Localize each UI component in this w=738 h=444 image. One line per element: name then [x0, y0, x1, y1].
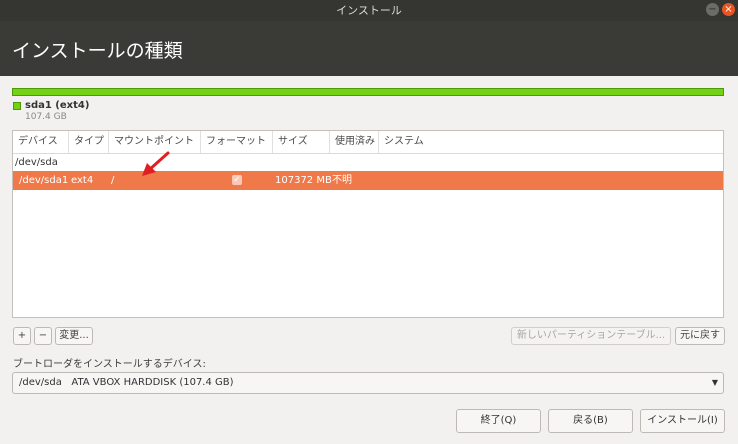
new-partition-table-button[interactable]: 新しいパーティションテーブル... — [511, 327, 671, 345]
change-partition-button[interactable]: 変更... — [55, 327, 93, 345]
close-icon[interactable]: × — [722, 3, 735, 16]
column-system[interactable]: システム — [379, 131, 723, 153]
column-size[interactable]: サイズ — [273, 131, 330, 153]
partition-size: 107372 MB — [275, 175, 332, 186]
add-partition-button[interactable]: + — [13, 327, 31, 345]
bootloader-label: ブートローダをインストールするデバイス: — [13, 359, 206, 370]
disk-device: /dev/sda — [15, 157, 58, 168]
annotation-arrow-icon — [142, 151, 170, 176]
page-header: インストールの種類 — [0, 21, 738, 76]
back-button[interactable]: 戻る(B) — [548, 409, 633, 433]
bootloader-device-select[interactable]: /dev/sda ATA VBOX HARDDISK (107.4 GB) ▼ — [12, 372, 724, 394]
bootloader-selected-value: /dev/sda ATA VBOX HARDDISK (107.4 GB) — [19, 377, 234, 388]
partition-type: ext4 — [71, 175, 94, 186]
window-titlebar: インストール − × — [0, 0, 738, 21]
legend-partition-name: sda1 (ext4) — [25, 100, 90, 111]
quit-button[interactable]: 終了(Q) — [456, 409, 541, 433]
legend-swatch — [13, 102, 21, 110]
partition-used: 不明 — [332, 175, 352, 186]
minimize-icon[interactable]: − — [706, 3, 719, 16]
partition-table: デバイス タイプ マウントポイント フォーマット サイズ 使用済み システム /… — [12, 130, 724, 318]
partition-bar — [12, 88, 724, 96]
table-row-disk[interactable]: /dev/sda — [13, 153, 723, 172]
page-title: インストールの種類 — [12, 40, 183, 62]
partition-device: /dev/sda1 — [19, 175, 69, 186]
table-row-partition[interactable]: /dev/sda1 ext4 / ✓ 107372 MB 不明 — [13, 171, 723, 190]
column-type[interactable]: タイプ — [69, 131, 109, 153]
column-format[interactable]: フォーマット — [201, 131, 273, 153]
chevron-down-icon: ▼ — [711, 378, 718, 387]
partition-mount: / — [111, 175, 115, 186]
table-header: デバイス タイプ マウントポイント フォーマット サイズ 使用済み システム — [13, 131, 723, 154]
legend-partition-size: 107.4 GB — [25, 112, 67, 122]
column-device[interactable]: デバイス — [13, 131, 69, 153]
format-checkbox[interactable]: ✓ — [232, 175, 242, 185]
install-button[interactable]: インストール(I) — [640, 409, 725, 433]
window-title: インストール — [336, 4, 402, 17]
revert-button[interactable]: 元に戻す — [675, 327, 725, 345]
column-used[interactable]: 使用済み — [330, 131, 379, 153]
remove-partition-button[interactable]: − — [34, 327, 52, 345]
